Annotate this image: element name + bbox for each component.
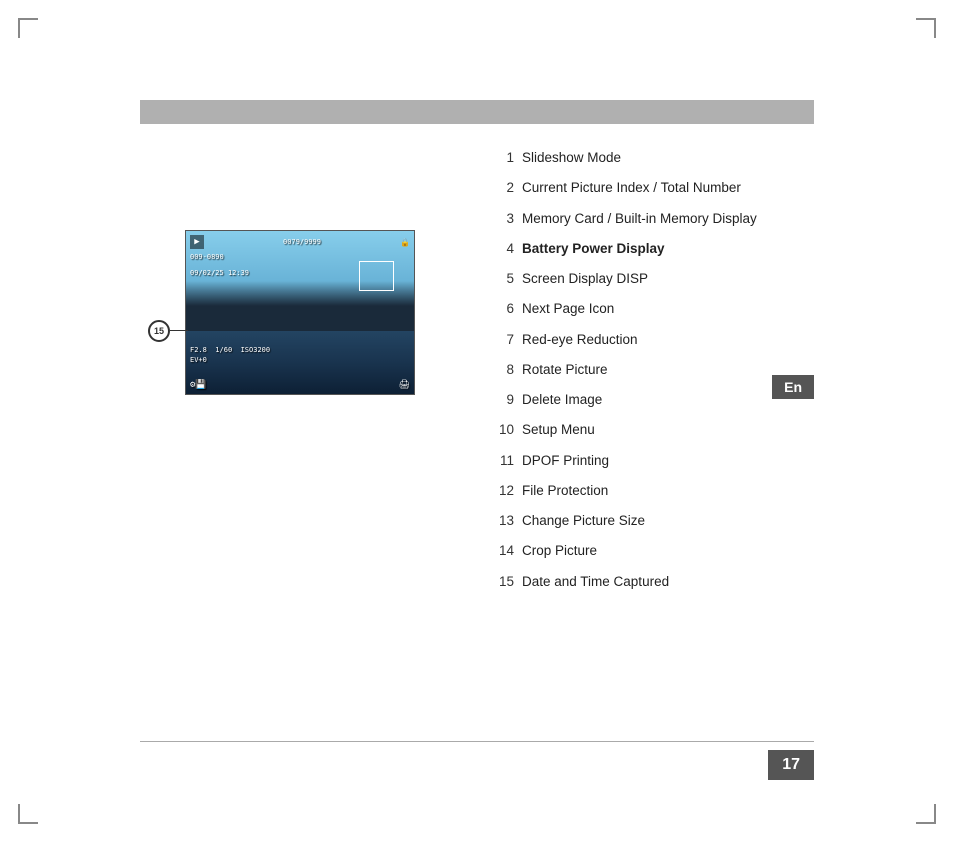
list-item-number: 2 (490, 178, 514, 198)
list-item-number: 1 (490, 148, 514, 168)
list-item-label: Slideshow Mode (522, 148, 621, 168)
list-item: 9 Delete Image (490, 390, 904, 410)
list-item-number: 6 (490, 299, 514, 319)
lcd-ui-overlay: ▶ 0079/9999 🔒 009-0890 09/02/25 12:39 F2… (186, 231, 414, 394)
list-item-label: File Protection (522, 481, 608, 501)
list-item-number: 7 (490, 330, 514, 350)
list-item-label: Screen Display DISP (522, 269, 648, 289)
list-item-number: 13 (490, 511, 514, 531)
list-item: 12 File Protection (490, 481, 904, 501)
list-item: 5 Screen Display DISP (490, 269, 904, 289)
lcd-exposure-info: F2.8 1/60 ISO3200 EV+0 (190, 346, 270, 366)
list-item-label: DPOF Printing (522, 451, 609, 471)
list-item-label: Next Page Icon (522, 299, 614, 319)
list-item: 8 Rotate Picture (490, 360, 904, 380)
list-item-label: Date and Time Captured (522, 572, 669, 592)
list-item-number: 4 (490, 239, 514, 259)
crop-mark-tr (916, 18, 936, 38)
list-item-number: 5 (490, 269, 514, 289)
lcd-datetime: 09/02/25 12:39 (190, 269, 249, 277)
label-line-15 (170, 330, 188, 331)
list-item-number: 3 (490, 209, 514, 229)
label-circle-15: 15 (148, 320, 170, 342)
list-item-label: Current Picture Index / Total Number (522, 178, 741, 198)
list-item-label: Delete Image (522, 390, 602, 410)
list-item-number: 14 (490, 541, 514, 561)
list-item: 14 Crop Picture (490, 541, 904, 561)
list-item: 2 Current Picture Index / Total Number (490, 178, 904, 198)
crop-mark-tl (18, 18, 38, 38)
page-number: 17 (768, 750, 814, 780)
list-item: 1 Slideshow Mode (490, 148, 904, 168)
list-item: 3 Memory Card / Built-in Memory Display (490, 209, 904, 229)
list-item: 15 Date and Time Captured (490, 572, 904, 592)
crop-mark-br (916, 804, 936, 824)
list-item-label: Crop Picture (522, 541, 597, 561)
header-bar (140, 100, 814, 124)
list-item: 10 Setup Menu (490, 420, 904, 440)
lcd-folder-info: 009-0890 (190, 253, 224, 263)
lcd-icon-print: 🖨 (399, 380, 410, 390)
list-item-label: Setup Menu (522, 420, 595, 440)
list-item-number: 12 (490, 481, 514, 501)
camera-lcd-display: ▶ 0079/9999 🔒 009-0890 09/02/25 12:39 F2… (185, 230, 415, 395)
lcd-play-icon: ▶ (190, 235, 204, 249)
list-item-label: Red-eye Reduction (522, 330, 638, 350)
lcd-bottom-icons: ⚙ 💾 🖨 (190, 380, 410, 390)
list-item-number: 10 (490, 420, 514, 440)
lcd-protect-icon: 🔒 (400, 238, 410, 247)
crop-mark-bl (18, 804, 38, 824)
list-item: 4 Battery Power Display (490, 239, 904, 259)
feature-list: 1 Slideshow Mode 2 Current Picture Index / … (490, 148, 904, 602)
list-item-number: 9 (490, 390, 514, 410)
list-item-number: 8 (490, 360, 514, 380)
list-item-label: Battery Power Display (522, 239, 665, 259)
list-item-label: Change Picture Size (522, 511, 645, 531)
list-item-number: 15 (490, 572, 514, 592)
lcd-frame-count: 0079/9999 (283, 238, 321, 246)
list-item-number: 11 (490, 451, 514, 471)
list-item: 13 Change Picture Size (490, 511, 904, 531)
bottom-divider (140, 741, 814, 742)
lcd-top-bar: ▶ 0079/9999 🔒 (190, 235, 410, 249)
list-item: 7 Red-eye Reduction (490, 330, 904, 350)
lcd-icon-memory: 💾 (195, 380, 206, 390)
lcd-selection-rect (359, 261, 394, 291)
list-item: 11 DPOF Printing (490, 451, 904, 471)
list-item-label: Rotate Picture (522, 360, 608, 380)
list-item: 6 Next Page Icon (490, 299, 904, 319)
list-item-label: Memory Card / Built-in Memory Display (522, 209, 757, 229)
